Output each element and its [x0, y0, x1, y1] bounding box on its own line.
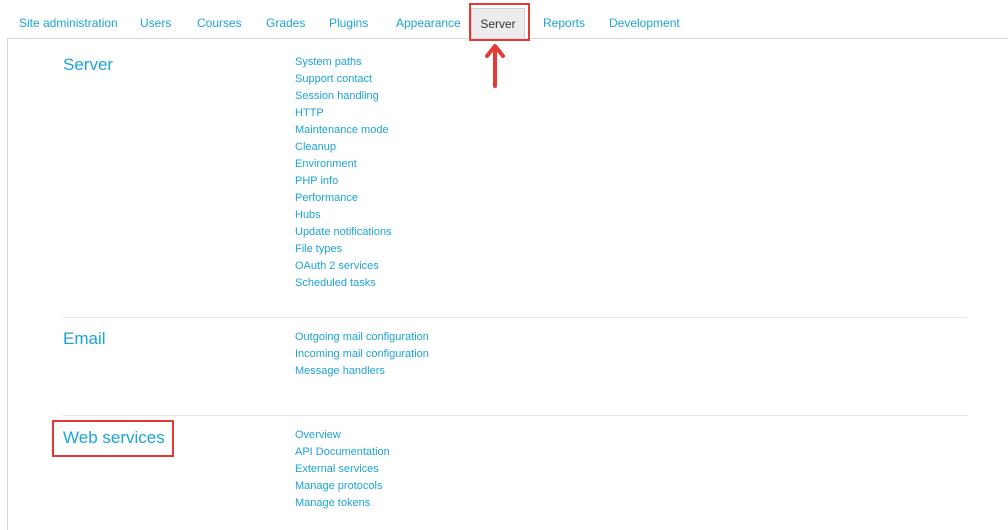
link-performance[interactable]: Performance	[295, 192, 358, 204]
link-session-handling[interactable]: Session handling	[295, 90, 379, 102]
link-incoming-mail-configuration[interactable]: Incoming mail configuration	[295, 348, 429, 360]
red-arrow-up-icon	[485, 44, 505, 88]
email-link-list: Outgoing mail configuration Incoming mai…	[295, 329, 429, 380]
link-file-types[interactable]: File types	[295, 243, 342, 255]
web-services-link-list: Overview API Documentation External serv…	[295, 427, 390, 512]
link-support-contact[interactable]: Support contact	[295, 73, 372, 85]
link-maintenance-mode[interactable]: Maintenance mode	[295, 124, 389, 136]
link-outgoing-mail-configuration[interactable]: Outgoing mail configuration	[295, 331, 429, 343]
server-link-list: System paths Support contact Session han…	[295, 54, 392, 292]
tab-plugins[interactable]: Plugins	[329, 16, 368, 30]
tab-courses[interactable]: Courses	[197, 16, 242, 30]
link-cleanup[interactable]: Cleanup	[295, 141, 336, 153]
link-scheduled-tasks[interactable]: Scheduled tasks	[295, 277, 376, 289]
tab-users[interactable]: Users	[140, 16, 171, 30]
link-hubs[interactable]: Hubs	[295, 209, 321, 221]
link-http[interactable]: HTTP	[295, 107, 324, 119]
link-manage-tokens[interactable]: Manage tokens	[295, 497, 370, 509]
link-manage-protocols[interactable]: Manage protocols	[295, 480, 382, 492]
link-external-services[interactable]: External services	[295, 463, 379, 475]
link-overview[interactable]: Overview	[295, 429, 341, 441]
tab-development[interactable]: Development	[609, 16, 680, 30]
tab-site-administration[interactable]: Site administration	[19, 16, 118, 30]
link-php-info[interactable]: PHP info	[295, 175, 338, 187]
link-oauth-2-services[interactable]: OAuth 2 services	[295, 260, 379, 272]
tab-reports[interactable]: Reports	[543, 16, 585, 30]
server-tab-highlight-box	[469, 3, 530, 41]
tab-grades[interactable]: Grades	[266, 16, 305, 30]
tab-appearance[interactable]: Appearance	[396, 16, 461, 30]
link-system-paths[interactable]: System paths	[295, 56, 362, 68]
link-api-documentation[interactable]: API Documentation	[295, 446, 390, 458]
section-title-email: Email	[63, 329, 106, 348]
link-environment[interactable]: Environment	[295, 158, 357, 170]
section-title-server: Server	[63, 55, 114, 74]
link-message-handlers[interactable]: Message handlers	[295, 365, 385, 377]
section-divider	[63, 317, 967, 318]
section-title-web-services: Web services	[63, 428, 165, 447]
link-update-notifications[interactable]: Update notifications	[295, 226, 392, 238]
content-left-border	[7, 39, 8, 530]
section-divider	[63, 415, 967, 416]
